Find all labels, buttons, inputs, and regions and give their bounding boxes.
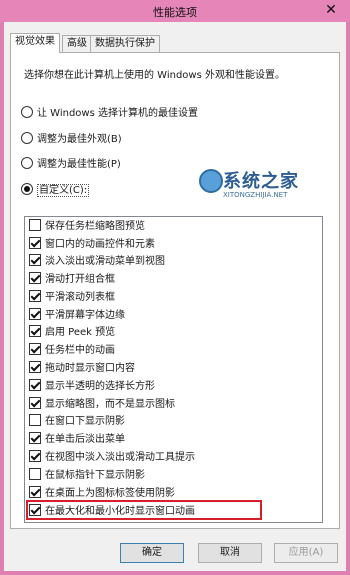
effect-label: 在单击后淡出菜单 — [45, 434, 125, 445]
radio-button-selected-icon — [21, 183, 33, 195]
checkbox-icon — [29, 468, 41, 480]
checkbox-checked-icon — [29, 361, 41, 373]
effect-item[interactable]: 显示缩略图，而不是显示图标 — [29, 397, 175, 411]
effect-item[interactable]: 滑动打开组合框 — [29, 272, 115, 286]
effect-label: 滑动打开组合框 — [45, 274, 115, 285]
tab-advanced[interactable]: 高级 — [62, 35, 92, 52]
effects-list[interactable]: 保存任务栏缩略图预览 窗口内的动画控件和元素 淡入淡出或滑动菜单到视图 滑动打开… — [24, 216, 323, 523]
effect-item[interactable]: 淡入淡出或滑动菜单到视图 — [29, 254, 165, 268]
radio-button-icon — [21, 106, 33, 118]
effect-item[interactable]: 拖动时显示窗口内容 — [29, 361, 135, 375]
radio-label: 调整为最佳外观(B) — [37, 134, 122, 145]
effect-label: 平滑滚动列表框 — [45, 292, 115, 303]
visual-effects-panel: 选择你想在此计算机上使用的 Windows 外观和性能设置。 让 Windows… — [10, 52, 340, 529]
effect-label: 保存任务栏缩略图预览 — [45, 221, 145, 232]
checkbox-checked-icon — [29, 290, 41, 302]
radio-best-appearance[interactable]: 调整为最佳外观(B) — [21, 132, 122, 146]
checkbox-icon — [29, 414, 41, 426]
checkbox-checked-icon — [29, 486, 41, 498]
effect-item[interactable]: 在窗口下显示阴影 — [29, 414, 125, 428]
checkbox-checked-icon — [29, 254, 41, 266]
radio-best-performance[interactable]: 调整为最佳性能(P) — [21, 157, 121, 171]
effect-item[interactable]: 保存任务栏缩略图预览 — [29, 219, 145, 233]
checkbox-checked-icon — [29, 450, 41, 462]
checkbox-checked-icon — [29, 325, 41, 337]
effect-label: 拖动时显示窗口内容 — [45, 363, 135, 374]
effect-item[interactable]: 在视图中淡入淡出或滑动工具提示 — [29, 450, 195, 464]
watermark-url: XITONGZHIJIA.NET — [223, 191, 288, 199]
radio-label: 自定义(C): — [37, 184, 90, 197]
annotation-highlight-box — [26, 500, 262, 520]
tab-visual-effects[interactable]: 视觉效果 — [10, 33, 60, 53]
checkbox-checked-icon — [29, 343, 41, 355]
radio-label: 调整为最佳性能(P) — [37, 159, 121, 170]
effect-label: 任务栏中的动画 — [45, 345, 115, 356]
radio-button-icon — [21, 157, 33, 169]
checkbox-checked-icon — [29, 272, 41, 284]
title-bar: 性能选项 ✕ — [0, 0, 350, 22]
apply-button[interactable]: 应用(A) — [274, 543, 338, 563]
effect-item[interactable]: 平滑滚动列表框 — [29, 290, 115, 304]
effect-label: 启用 Peek 预览 — [45, 327, 116, 338]
checkbox-icon — [29, 219, 41, 231]
effect-item[interactable]: 在桌面上为图标标签使用阴影 — [29, 486, 175, 500]
checkbox-checked-icon — [29, 397, 41, 409]
checkbox-checked-icon — [29, 308, 41, 320]
effect-item[interactable]: 平滑屏幕字体边缘 — [29, 308, 125, 322]
effect-label: 在视图中淡入淡出或滑动工具提示 — [45, 452, 195, 463]
effect-item[interactable]: 窗口内的动画控件和元素 — [29, 237, 155, 251]
effect-label: 显示半透明的选择长方形 — [45, 381, 155, 392]
cancel-button[interactable]: 取消 — [198, 543, 262, 563]
effect-item[interactable]: 在单击后淡出菜单 — [29, 432, 125, 446]
effect-label: 在窗口下显示阴影 — [45, 416, 125, 427]
ok-button[interactable]: 确定 — [120, 543, 184, 563]
window-title: 性能选项 — [153, 6, 197, 19]
dialog-body: 视觉效果 高级 数据执行保护 选择你想在此计算机上使用的 Windows 外观和… — [4, 22, 346, 571]
watermark-brand: 系统之家 — [223, 171, 299, 192]
watermark: 系统之家 XITONGZHIJIA.NET — [199, 167, 339, 207]
checkbox-checked-icon — [29, 432, 41, 444]
radio-label: 让 Windows 选择计算机的最佳设置 — [37, 108, 198, 119]
effect-item[interactable]: 在鼠标指针下显示阴影 — [29, 468, 145, 482]
effect-label: 在桌面上为图标标签使用阴影 — [45, 488, 175, 499]
effect-label: 窗口内的动画控件和元素 — [45, 239, 155, 250]
effect-label: 平滑屏幕字体边缘 — [45, 310, 125, 321]
effect-item[interactable]: 任务栏中的动画 — [29, 343, 115, 357]
description-text: 选择你想在此计算机上使用的 Windows 外观和性能设置。 — [24, 70, 285, 81]
watermark-logo-icon — [199, 169, 223, 193]
radio-button-icon — [21, 132, 33, 144]
effect-item[interactable]: 显示半透明的选择长方形 — [29, 379, 155, 393]
radio-custom[interactable]: 自定义(C): — [21, 183, 90, 197]
checkbox-checked-icon — [29, 237, 41, 249]
close-button[interactable]: ✕ — [318, 2, 344, 19]
checkbox-checked-icon — [29, 379, 41, 391]
effect-label: 显示缩略图，而不是显示图标 — [45, 399, 175, 410]
effect-label: 淡入淡出或滑动菜单到视图 — [45, 256, 165, 267]
effect-label: 在鼠标指针下显示阴影 — [45, 470, 145, 481]
effect-item[interactable]: 启用 Peek 预览 — [29, 325, 115, 339]
radio-let-windows-choose[interactable]: 让 Windows 选择计算机的最佳设置 — [21, 106, 198, 120]
tab-data-execution-prevention[interactable]: 数据执行保护 — [90, 35, 160, 52]
